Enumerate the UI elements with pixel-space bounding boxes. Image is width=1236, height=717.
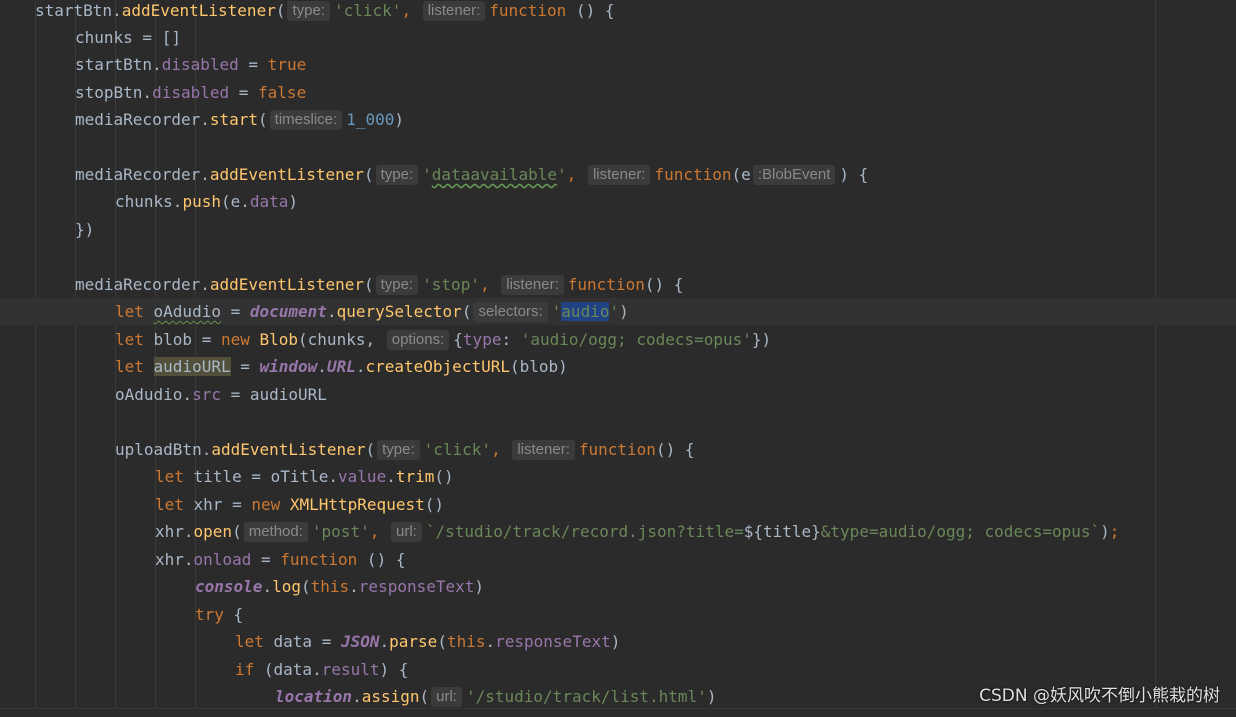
code-line[interactable]: xhr.onload = function () { [155,546,405,573]
code-line[interactable]: xhr.open(method:'post', url: `/studio/tra… [155,518,1119,545]
param-hint: type: [375,275,419,295]
param-hint: listener: [587,165,651,185]
code-line[interactable]: startBtn.disabled = true [75,51,306,78]
code-editor[interactable]: startBtn.addEventListener(type:'click', … [0,0,1236,717]
param-hint: type: [377,440,420,460]
param-hint: listener: [422,1,486,21]
code-line[interactable]: chunks = [] [75,24,181,51]
param-hint: listener: [512,440,575,460]
type-hint: :BlobEvent [752,165,836,185]
current-line[interactable]: let oAdudio = document.querySelector(sel… [0,298,1236,325]
code-line[interactable]: startBtn.addEventListener(type:'click', … [35,0,614,24]
param-hint: type: [375,165,419,185]
indent-guide [35,0,36,716]
param-hint: timeslice: [269,110,343,130]
code-line[interactable]: if (data.result) { [235,656,408,683]
param-hint: listener: [501,275,564,295]
param-hint: type: [287,1,330,21]
code-line[interactable]: let data = JSON.parse(this.responseText) [235,628,620,655]
code-line[interactable]: let xhr = new XMLHttpRequest() [155,491,444,518]
code-line[interactable]: }) [75,216,94,243]
code-line[interactable]: uploadBtn.addEventListener(type:'click',… [115,436,694,463]
param-hint: url: [390,522,422,542]
code-line[interactable]: mediaRecorder.addEventListener(type:'dat… [75,161,868,188]
code-line[interactable]: console.log(this.responseText) [195,573,484,600]
param-hint: method: [243,522,308,542]
code-line[interactable]: oAdudio.src = audioURL [115,381,327,408]
code-line[interactable]: let title = oTitle.value.trim() [155,463,454,490]
code-line[interactable]: location.assign(url: '/studio/track/list.… [275,683,716,710]
code-line[interactable]: try { [195,601,243,628]
code-line[interactable]: stopBtn.disabled = false [75,79,306,106]
selected-text[interactable]: audio [561,302,610,321]
param-hint: selectors: [473,302,548,322]
code-line[interactable]: mediaRecorder.addEventListener(type:'sto… [75,271,683,298]
code-line[interactable]: chunks.push(e.data) [115,188,298,215]
code-line[interactable]: let audioURL = window.URL.createObjectUR… [115,353,568,380]
code-line[interactable]: let blob = new Blob(chunks, options: {typ… [115,326,771,353]
right-margin-guide [1155,0,1156,716]
param-hint: options: [386,330,450,350]
code-line[interactable]: mediaRecorder.start(timeslice: 1_000) [75,106,404,133]
watermark: CSDN @妖风吹不倒小熊栽的树 [979,686,1220,706]
param-hint: url: [431,687,462,707]
